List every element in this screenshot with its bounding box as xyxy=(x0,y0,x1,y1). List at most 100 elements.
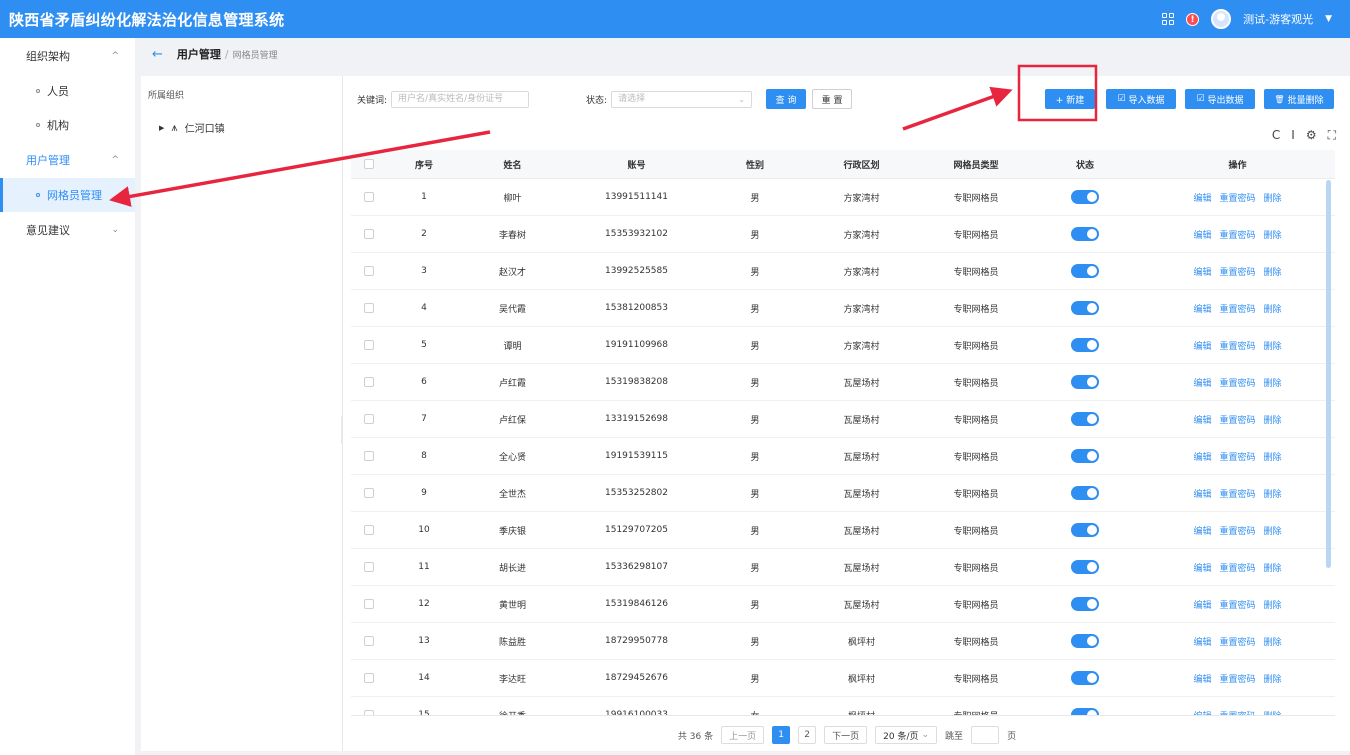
edit-link[interactable]: 编辑 xyxy=(1193,194,1211,204)
edit-link[interactable]: 编辑 xyxy=(1193,601,1211,611)
delete-link[interactable]: 删除 xyxy=(1264,379,1282,389)
tree-node-renhekou[interactable]: ▶ ⩚ 仁河口镇 xyxy=(159,120,225,136)
row-checkbox[interactable] xyxy=(364,229,374,239)
expand-arrow-icon[interactable]: ▶ xyxy=(159,124,164,132)
row-checkbox[interactable] xyxy=(364,451,374,461)
gear-icon[interactable]: ⚙ xyxy=(1306,128,1317,143)
status-toggle[interactable] xyxy=(1071,449,1099,463)
refresh-icon[interactable]: C xyxy=(1272,128,1280,143)
query-button[interactable]: 查 询 xyxy=(766,89,807,109)
sidebar-group-user-mgmt[interactable]: 用户管理 ^ xyxy=(0,142,135,178)
sidebar-item-people[interactable]: 人员 xyxy=(0,74,135,108)
delete-link[interactable]: 删除 xyxy=(1264,416,1282,426)
row-checkbox[interactable] xyxy=(364,414,374,424)
status-toggle[interactable] xyxy=(1071,560,1099,574)
row-checkbox[interactable] xyxy=(364,303,374,313)
delete-link[interactable]: 删除 xyxy=(1264,453,1282,463)
edit-link[interactable]: 编辑 xyxy=(1193,342,1211,352)
row-checkbox[interactable] xyxy=(364,377,374,387)
row-checkbox[interactable] xyxy=(364,488,374,498)
status-select[interactable]: 请选择 ⌄ xyxy=(611,90,753,108)
row-checkbox[interactable] xyxy=(364,636,374,646)
delete-link[interactable]: 删除 xyxy=(1264,490,1282,500)
reset-password-link[interactable]: 重置密码 xyxy=(1219,490,1255,500)
status-toggle[interactable] xyxy=(1071,486,1099,500)
delete-link[interactable]: 删除 xyxy=(1264,675,1282,685)
delete-link[interactable]: 删除 xyxy=(1264,527,1282,537)
reset-button[interactable]: 重 置 xyxy=(812,89,853,109)
reset-password-link[interactable]: 重置密码 xyxy=(1219,379,1255,389)
sidebar-group-org[interactable]: 组织架构 ^ xyxy=(0,38,135,74)
status-toggle[interactable] xyxy=(1071,227,1099,241)
reset-password-link[interactable]: 重置密码 xyxy=(1219,453,1255,463)
reset-password-link[interactable]: 重置密码 xyxy=(1219,342,1255,352)
delete-link[interactable]: 删除 xyxy=(1264,342,1282,352)
reset-password-link[interactable]: 重置密码 xyxy=(1219,231,1255,241)
edit-link[interactable]: 编辑 xyxy=(1193,305,1211,315)
back-arrow-icon[interactable]: ← xyxy=(152,47,163,62)
status-toggle[interactable] xyxy=(1071,671,1099,685)
row-checkbox[interactable] xyxy=(364,340,374,350)
edit-link[interactable]: 编辑 xyxy=(1193,564,1211,574)
apps-grid-icon[interactable] xyxy=(1162,13,1175,25)
status-toggle[interactable] xyxy=(1071,597,1099,611)
pager-prev-button[interactable]: 上一页 xyxy=(721,726,765,744)
caret-down-icon[interactable]: ▼ xyxy=(1325,14,1332,24)
batch-delete-button[interactable]: 🗑 批量删除 xyxy=(1264,89,1334,109)
density-icon[interactable]: I xyxy=(1291,128,1295,143)
delete-link[interactable]: 删除 xyxy=(1264,194,1282,204)
edit-link[interactable]: 编辑 xyxy=(1193,379,1211,389)
status-toggle[interactable] xyxy=(1071,375,1099,389)
sidebar-item-grid-member-mgmt[interactable]: 网格员管理 xyxy=(0,178,135,212)
pager-jump-input[interactable] xyxy=(971,726,1000,744)
page-size-select[interactable]: 20 条/页 ⌄ xyxy=(875,726,938,744)
reset-password-link[interactable]: 重置密码 xyxy=(1219,194,1255,204)
reset-password-link[interactable]: 重置密码 xyxy=(1219,268,1255,278)
edit-link[interactable]: 编辑 xyxy=(1193,527,1211,537)
status-toggle[interactable] xyxy=(1071,338,1099,352)
status-toggle[interactable] xyxy=(1071,301,1099,315)
edit-link[interactable]: 编辑 xyxy=(1193,638,1211,648)
sidebar-item-org[interactable]: 机构 xyxy=(0,108,135,142)
edit-link[interactable]: 编辑 xyxy=(1193,490,1211,500)
fullscreen-icon[interactable]: ⛶ xyxy=(1328,128,1336,143)
row-checkbox[interactable] xyxy=(364,673,374,683)
new-button[interactable]: + 新建 xyxy=(1045,89,1095,109)
table-scrollbar[interactable] xyxy=(1326,180,1331,568)
row-checkbox[interactable] xyxy=(364,599,374,609)
user-name[interactable]: 测试-游客观光 xyxy=(1243,11,1313,27)
reset-password-link[interactable]: 重置密码 xyxy=(1219,564,1255,574)
reset-password-link[interactable]: 重置密码 xyxy=(1219,527,1255,537)
edit-link[interactable]: 编辑 xyxy=(1193,712,1211,716)
pager-page-1[interactable]: 1 xyxy=(772,726,791,744)
edit-link[interactable]: 编辑 xyxy=(1193,416,1211,426)
delete-link[interactable]: 删除 xyxy=(1264,638,1282,648)
reset-password-link[interactable]: 重置密码 xyxy=(1219,416,1255,426)
status-toggle[interactable] xyxy=(1071,190,1099,204)
edit-link[interactable]: 编辑 xyxy=(1193,231,1211,241)
row-checkbox[interactable] xyxy=(364,562,374,572)
delete-link[interactable]: 删除 xyxy=(1264,601,1282,611)
delete-link[interactable]: 删除 xyxy=(1264,305,1282,315)
row-checkbox[interactable] xyxy=(364,192,374,202)
user-avatar[interactable] xyxy=(1211,9,1232,29)
edit-link[interactable]: 编辑 xyxy=(1193,268,1211,278)
edit-link[interactable]: 编辑 xyxy=(1193,675,1211,685)
select-all-checkbox[interactable] xyxy=(364,159,374,169)
delete-link[interactable]: 删除 xyxy=(1264,268,1282,278)
row-checkbox[interactable] xyxy=(364,266,374,276)
import-button[interactable]: ☑ 导入数据 xyxy=(1106,89,1176,109)
alert-icon[interactable]: ! xyxy=(1186,12,1200,26)
reset-password-link[interactable]: 重置密码 xyxy=(1219,638,1255,648)
status-toggle[interactable] xyxy=(1071,708,1099,715)
delete-link[interactable]: 删除 xyxy=(1264,564,1282,574)
status-toggle[interactable] xyxy=(1071,634,1099,648)
reset-password-link[interactable]: 重置密码 xyxy=(1219,305,1255,315)
status-toggle[interactable] xyxy=(1071,412,1099,426)
edit-link[interactable]: 编辑 xyxy=(1193,453,1211,463)
pager-page-2[interactable]: 2 xyxy=(798,726,817,744)
pager-next-button[interactable]: 下一页 xyxy=(824,726,868,744)
delete-link[interactable]: 删除 xyxy=(1264,231,1282,241)
status-toggle[interactable] xyxy=(1071,523,1099,537)
row-checkbox[interactable] xyxy=(364,710,374,715)
